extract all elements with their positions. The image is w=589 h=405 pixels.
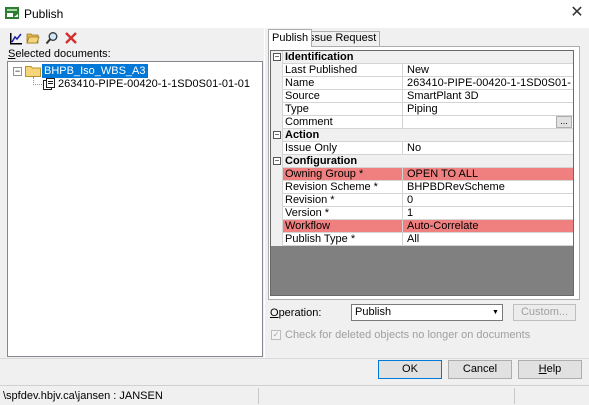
property-value[interactable]: 263410-PIPE-00420-1-1SD0S01-01-01 [407,77,571,90]
property-name: Owning Group * [285,168,403,181]
status-user: \spfdev.hbjv.ca\jansen : JANSEN [3,390,163,402]
property-name: Last Published [285,64,403,77]
operation-select[interactable]: Publish ▼ [351,304,503,321]
property-row[interactable]: Publish Type * All [271,233,573,246]
title-bar: Publish ✕ [0,0,589,28]
property-name: Name [285,77,403,90]
document-tree[interactable]: − BHPB_Iso_WBS_A3 263410-PIPE-00420-1-1S… [7,61,263,357]
property-value[interactable]: SmartPlant 3D [407,90,571,103]
ok-button[interactable]: OK [378,360,442,379]
window-title: Publish [24,7,64,21]
property-row[interactable]: Name 263410-PIPE-00420-1-1SD0S01-01-01 [271,77,573,90]
status-divider [258,388,259,404]
tree-connector [33,84,42,85]
collapse-icon[interactable]: − [273,53,281,61]
collapse-icon[interactable]: − [273,157,281,165]
property-name: Publish Type * [285,233,403,246]
comment-browse-button[interactable]: ... [556,116,572,128]
property-value[interactable]: 1 [407,207,571,220]
property-row[interactable]: Revision Scheme * BHPBDRevScheme [271,181,573,194]
property-row[interactable]: Type Piping [271,103,573,116]
category-label: Configuration [285,155,358,167]
help-button[interactable]: Help [518,360,582,379]
property-name: Type [285,103,403,116]
property-row-required[interactable]: Owning Group * OPEN TO ALL [271,168,573,181]
property-value[interactable]: No [407,142,571,155]
selected-documents-label: Selected documents: [8,48,111,60]
category-label: Identification [285,51,354,63]
property-value[interactable]: New [407,64,571,77]
find-icon[interactable] [45,31,59,45]
cancel-button[interactable]: Cancel [448,360,512,379]
tree-root-item[interactable]: BHPB_Iso_WBS_A3 [42,64,148,78]
property-name: Source [285,90,403,103]
custom-button[interactable]: Custom... [513,304,576,321]
property-value[interactable]: 0 [407,194,571,207]
tab-publish[interactable]: Publish [268,29,313,47]
property-value[interactable]: BHPBDRevScheme [407,181,571,194]
status-bar: \spfdev.hbjv.ca\jansen : JANSEN [0,385,589,405]
close-icon[interactable]: ✕ [569,4,585,22]
check-deleted-checkbox[interactable]: ✓ [271,330,281,340]
publish-app-icon [5,7,19,19]
property-row-required[interactable]: Workflow Auto-Correlate [271,220,573,233]
document-icon [43,78,55,90]
divider [0,358,589,359]
property-name: Version * [285,207,403,220]
check-deleted-label: Check for deleted objects no longer on d… [285,329,531,341]
open-folder-icon[interactable] [26,31,40,45]
property-name: Issue Only [285,142,403,155]
property-row[interactable]: Issue Only No [271,142,573,155]
tab-issue-request[interactable]: Issue Request [302,31,381,46]
property-grid[interactable]: − Identification Last Published New Name… [270,50,574,296]
property-row[interactable]: Source SmartPlant 3D [271,90,573,103]
chevron-down-icon[interactable]: ▼ [489,305,502,320]
category-label: Action [285,129,320,141]
operation-label: Operation: [270,307,322,319]
tree-document-item[interactable]: 263410-PIPE-00420-1-1SD0S01-01-01 [58,77,250,91]
property-value[interactable]: OPEN TO ALL [407,168,571,181]
category-identification[interactable]: − Identification [271,51,573,64]
property-row[interactable]: Last Published New [271,64,573,77]
property-value[interactable]: Piping [407,103,571,116]
property-name: Revision * [285,194,403,207]
property-name: Comment [285,116,403,129]
operation-value: Publish [355,306,392,318]
property-row[interactable]: Comment ... [271,116,573,129]
category-configuration[interactable]: − Configuration [271,155,573,168]
comment-field[interactable] [407,116,571,129]
property-row[interactable]: Version * 1 [271,207,573,220]
collapse-icon[interactable]: − [273,131,281,139]
folder-icon [25,66,41,77]
property-name: Revision Scheme * [285,181,403,194]
property-value[interactable]: Auto-Correlate [407,220,571,233]
chart-icon[interactable] [9,31,23,45]
property-name: Workflow [285,220,403,233]
property-value[interactable]: All [407,233,571,246]
collapse-toggle-icon[interactable]: − [13,67,22,76]
property-row[interactable]: Revision * 0 [271,194,573,207]
delete-icon[interactable] [64,31,78,45]
status-divider [514,388,515,404]
category-action[interactable]: − Action [271,129,573,142]
panel-splitter[interactable] [264,28,265,358]
